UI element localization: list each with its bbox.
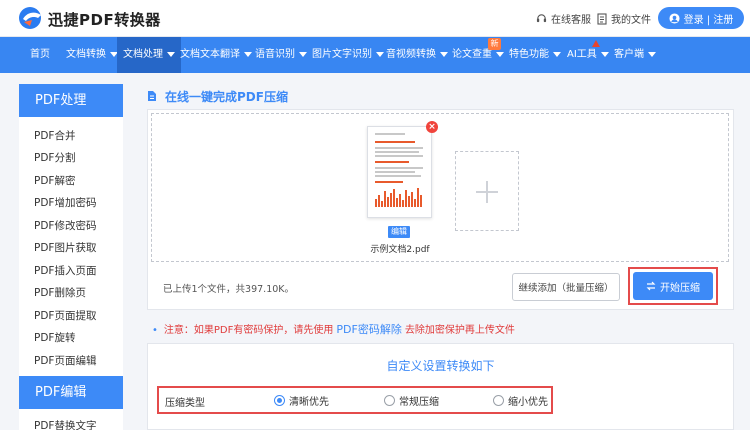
radio-unchecked-icon (384, 395, 395, 406)
radio-normal-compress[interactable]: 常规压缩 (384, 393, 439, 408)
swap-icon (646, 281, 656, 291)
nav-doc-convert-label: 文档转换 (66, 49, 106, 60)
new-badge: 新 (488, 38, 501, 50)
add-more-files-button[interactable]: 继续添加（批量压缩） (512, 273, 620, 301)
sidebar-section-pdf-edit[interactable]: PDF编辑 (19, 376, 123, 409)
hat-icon (592, 40, 600, 47)
pdf-password-remove-link[interactable]: PDF密码解除 (336, 323, 401, 336)
user-icon (669, 12, 680, 24)
nav-doc-translate[interactable]: 文档文本翻译 (180, 37, 252, 73)
customer-service-link[interactable]: 在线客服 (536, 11, 591, 26)
compress-type-label: 压缩类型 (165, 398, 205, 409)
upload-status-text: 已上传1个文件，共397.10K。 (163, 284, 295, 295)
login-register-label: 登录 | 注册 (683, 14, 734, 26)
chevron-down-icon (244, 51, 252, 57)
sidebar-item-pdf-page-edit[interactable]: PDF页面编辑 (34, 353, 96, 368)
chevron-down-icon (167, 51, 175, 57)
file-dropzone[interactable] (151, 113, 729, 262)
notice-prefix: 注意：如果PDF有密码保护，请先使用 (163, 325, 334, 336)
nav-featured[interactable]: 特色功能 (509, 37, 561, 73)
pdf-thumbnail[interactable] (367, 126, 432, 218)
start-compress-button[interactable]: 开始压缩 (633, 272, 713, 300)
radio-unchecked-icon (493, 395, 504, 406)
remove-file-close-icon[interactable]: × (426, 121, 438, 133)
chevron-down-icon (376, 51, 384, 57)
headset-icon (536, 14, 547, 23)
radio-clarity-first[interactable]: 清晰优先 (274, 393, 329, 408)
nav-client-label: 客户端 (614, 49, 644, 60)
chevron-down-icon (440, 51, 448, 57)
nav-plagiarism-check-label: 论文查重 (452, 49, 492, 60)
page-title: 在线一键完成PDF压缩 (165, 90, 288, 104)
chevron-down-icon (553, 51, 561, 57)
sidebar-item-pdf-decrypt[interactable]: PDF解密 (34, 173, 75, 188)
chevron-down-icon (600, 51, 609, 57)
radio-size-first[interactable]: 缩小优先 (493, 393, 548, 408)
my-files-label: 我的文件 (611, 15, 651, 26)
sidebar-item-pdf-rotate[interactable]: PDF旋转 (34, 330, 75, 345)
sidebar-item-pdf-replace-text[interactable]: PDF替换文字 (34, 418, 96, 430)
nav-doc-translate-label: 文档文本翻译 (180, 49, 240, 60)
radio-size-first-label: 缩小优先 (508, 397, 548, 408)
radio-normal-compress-label: 常规压缩 (399, 397, 439, 408)
radio-clarity-first-label: 清晰优先 (289, 397, 329, 408)
nav-doc-process[interactable]: 文档处理 (117, 37, 181, 73)
document-icon (597, 12, 607, 25)
sidebar-item-pdf-delete-page[interactable]: PDF删除页 (34, 285, 86, 300)
document-icon (148, 91, 156, 101)
radio-checked-icon (274, 395, 285, 406)
nav-image-ocr[interactable]: 图片文字识别 (312, 37, 384, 73)
nav-ai-tools-label: AI工具 (567, 49, 597, 60)
password-notice: • 注意：如果PDF有密码保护，请先使用 PDF密码解除 去除加密保护再上传文件 (152, 321, 515, 337)
customer-service-label: 在线客服 (551, 15, 591, 26)
app-logo-icon[interactable] (18, 6, 44, 30)
login-register-button[interactable]: 登录 | 注册 (658, 7, 744, 29)
nav-av-convert[interactable]: 音视频转换 (386, 37, 448, 73)
sidebar-item-pdf-image-extract[interactable]: PDF图片获取 (34, 240, 96, 255)
main-nav: 首页 文档转换 文档处理 文档文本翻译 语音识别 图片文字识别 音视频转换 论文… (0, 37, 750, 73)
app-logo-text[interactable]: 迅捷PDF转换器 (48, 9, 161, 30)
nav-av-convert-label: 音视频转换 (386, 49, 436, 60)
sidebar-item-pdf-split[interactable]: PDF分割 (34, 150, 75, 165)
bullet-icon: • (152, 325, 158, 336)
top-header: 迅捷PDF转换器 在线客服 我的文件 登录 | 注册 (0, 0, 750, 37)
settings-title: 自定义设置转换如下 (386, 359, 495, 373)
nav-doc-convert[interactable]: 文档转换 (66, 37, 118, 73)
nav-home-label: 首页 (30, 49, 50, 60)
add-file-plus-icon[interactable] (455, 151, 519, 231)
nav-image-ocr-label: 图片文字识别 (312, 49, 372, 60)
sidebar: PDF处理 PDF合并 PDF分割 PDF解密 PDF增加密码 PDF修改密码 … (19, 84, 123, 430)
nav-home[interactable]: 首页 (30, 37, 50, 73)
sidebar-item-pdf-insert-page[interactable]: PDF插入页面 (34, 263, 96, 278)
sidebar-item-pdf-page-extract[interactable]: PDF页面提取 (34, 308, 96, 323)
sidebar-item-pdf-add-password[interactable]: PDF增加密码 (34, 195, 96, 210)
nav-doc-process-label: 文档处理 (123, 49, 163, 60)
nav-ai-tools[interactable]: AI工具 (567, 37, 609, 73)
sidebar-item-pdf-change-password[interactable]: PDF修改密码 (34, 218, 96, 233)
chevron-down-icon (648, 51, 656, 57)
chevron-down-icon (496, 51, 504, 57)
sidebar-section-pdf-process[interactable]: PDF处理 (19, 84, 123, 117)
chevron-down-icon (299, 51, 307, 57)
nav-speech-recognition-label: 语音识别 (255, 49, 295, 60)
sidebar-item-pdf-merge[interactable]: PDF合并 (34, 128, 75, 143)
nav-speech-recognition[interactable]: 语音识别 (255, 37, 307, 73)
my-files-link[interactable]: 我的文件 (597, 11, 651, 26)
file-name: 示例文档2.pdf (370, 245, 430, 255)
edit-file-button[interactable]: 编辑 (388, 226, 410, 238)
notice-suffix: 去除加密保护再上传文件 (404, 325, 515, 336)
nav-featured-label: 特色功能 (509, 49, 549, 60)
start-compress-label: 开始压缩 (660, 282, 700, 294)
nav-client[interactable]: 客户端 (614, 37, 656, 73)
